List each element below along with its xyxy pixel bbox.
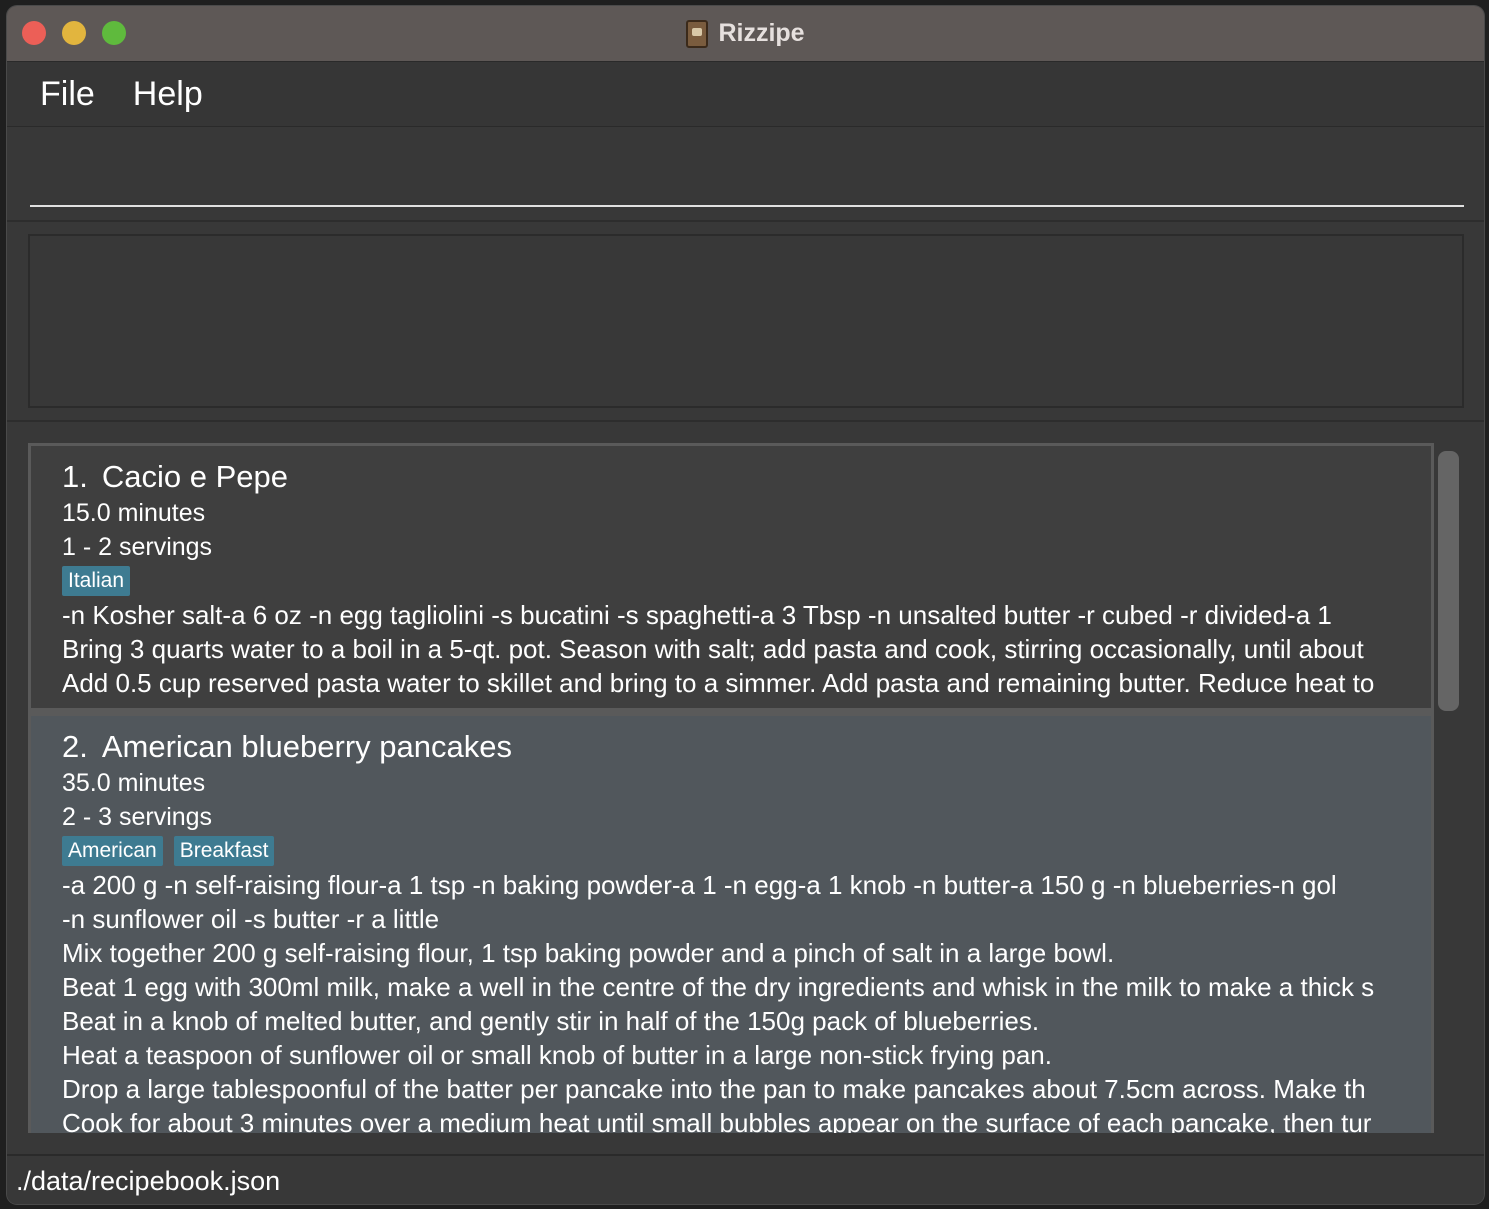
recipe-list[interactable]: 1. Cacio e Pepe 15.0 minutes 1 - 2 servin… [28,443,1434,1133]
command-input[interactable] [30,127,1464,207]
recipe-ingredients: -n Kosher salt-a 6 oz -n egg tagliolini … [62,600,1332,630]
title-bar: Rizzipe [7,6,1484,62]
tag-label: American [62,836,163,866]
recipe-tags: Italian [62,564,1431,598]
recipe-duration: 35.0 minutes [62,769,206,797]
recipe-list-area: 1. Cacio e Pepe 15.0 minutes 1 - 2 servin… [7,424,1484,1152]
recipe-duration: 15.0 minutes [62,499,206,527]
tag-label: Breakfast [173,836,275,866]
recipe-ingredients: -a 200 g -n self-raising flour-a 1 tsp -… [62,870,1337,900]
card-divider [31,708,1431,715]
recipe-step: Cook for about 3 minutes over a medium h… [62,1108,1372,1133]
recipe-name: American blueberry pancakes [101,729,512,764]
recipe-index: 2. [62,729,88,764]
tag-label: Italian [62,566,131,596]
recipe-book-icon [686,19,709,48]
command-box-area [7,127,1484,222]
recipe-step: Bring 3 quarts water to a boil in a 5-qt… [62,634,1364,664]
recipe-title: 2. American blueberry pancakes [62,729,1431,764]
recipe-servings: 1 - 2 servings [62,533,213,561]
recipe-step: Heat a teaspoon of sunflower oil or smal… [62,1040,1052,1070]
recipe-card[interactable]: 1. Cacio e Pepe 15.0 minutes 1 - 2 servin… [31,446,1431,708]
recipe-step: Beat in a knob of melted butter, and gen… [62,1006,1040,1036]
menu-bar: File Help [7,62,1484,127]
menu-help[interactable]: Help [133,75,203,114]
menu-file[interactable]: File [40,75,95,114]
recipe-servings: 2 - 3 servings [62,803,213,831]
status-file-path: ./data/recipebook.json [16,1165,281,1196]
result-display[interactable] [28,234,1464,408]
result-display-area [7,222,1484,422]
recipe-ingredients: -n sunflower oil -s butter -r a little [62,904,440,934]
recipe-index: 1. [62,459,88,494]
recipe-step: Mix together 200 g self-raising flour, 1… [62,938,1115,968]
list-scrollbar[interactable] [1438,451,1459,711]
recipe-step: Beat 1 egg with 300ml milk, make a well … [62,972,1375,1002]
recipe-tags: American Breakfast [62,834,1431,868]
app-window: Rizzipe File Help 1. Cacio e Pepe 15.0 mi… [7,6,1484,1204]
status-bar: ./data/recipebook.json [7,1154,1484,1204]
recipe-step: Drop a large tablespoonful of the batter… [62,1074,1366,1104]
recipe-card[interactable]: 2. American blueberry pancakes 35.0 minut… [31,715,1431,1133]
recipe-title: 1. Cacio e Pepe [62,459,1431,494]
window-title-group: Rizzipe [7,6,1484,61]
window-title: Rizzipe [718,19,805,47]
recipe-name: Cacio e Pepe [101,459,288,494]
recipe-step: Add 0.5 cup reserved pasta water to skil… [62,668,1375,698]
